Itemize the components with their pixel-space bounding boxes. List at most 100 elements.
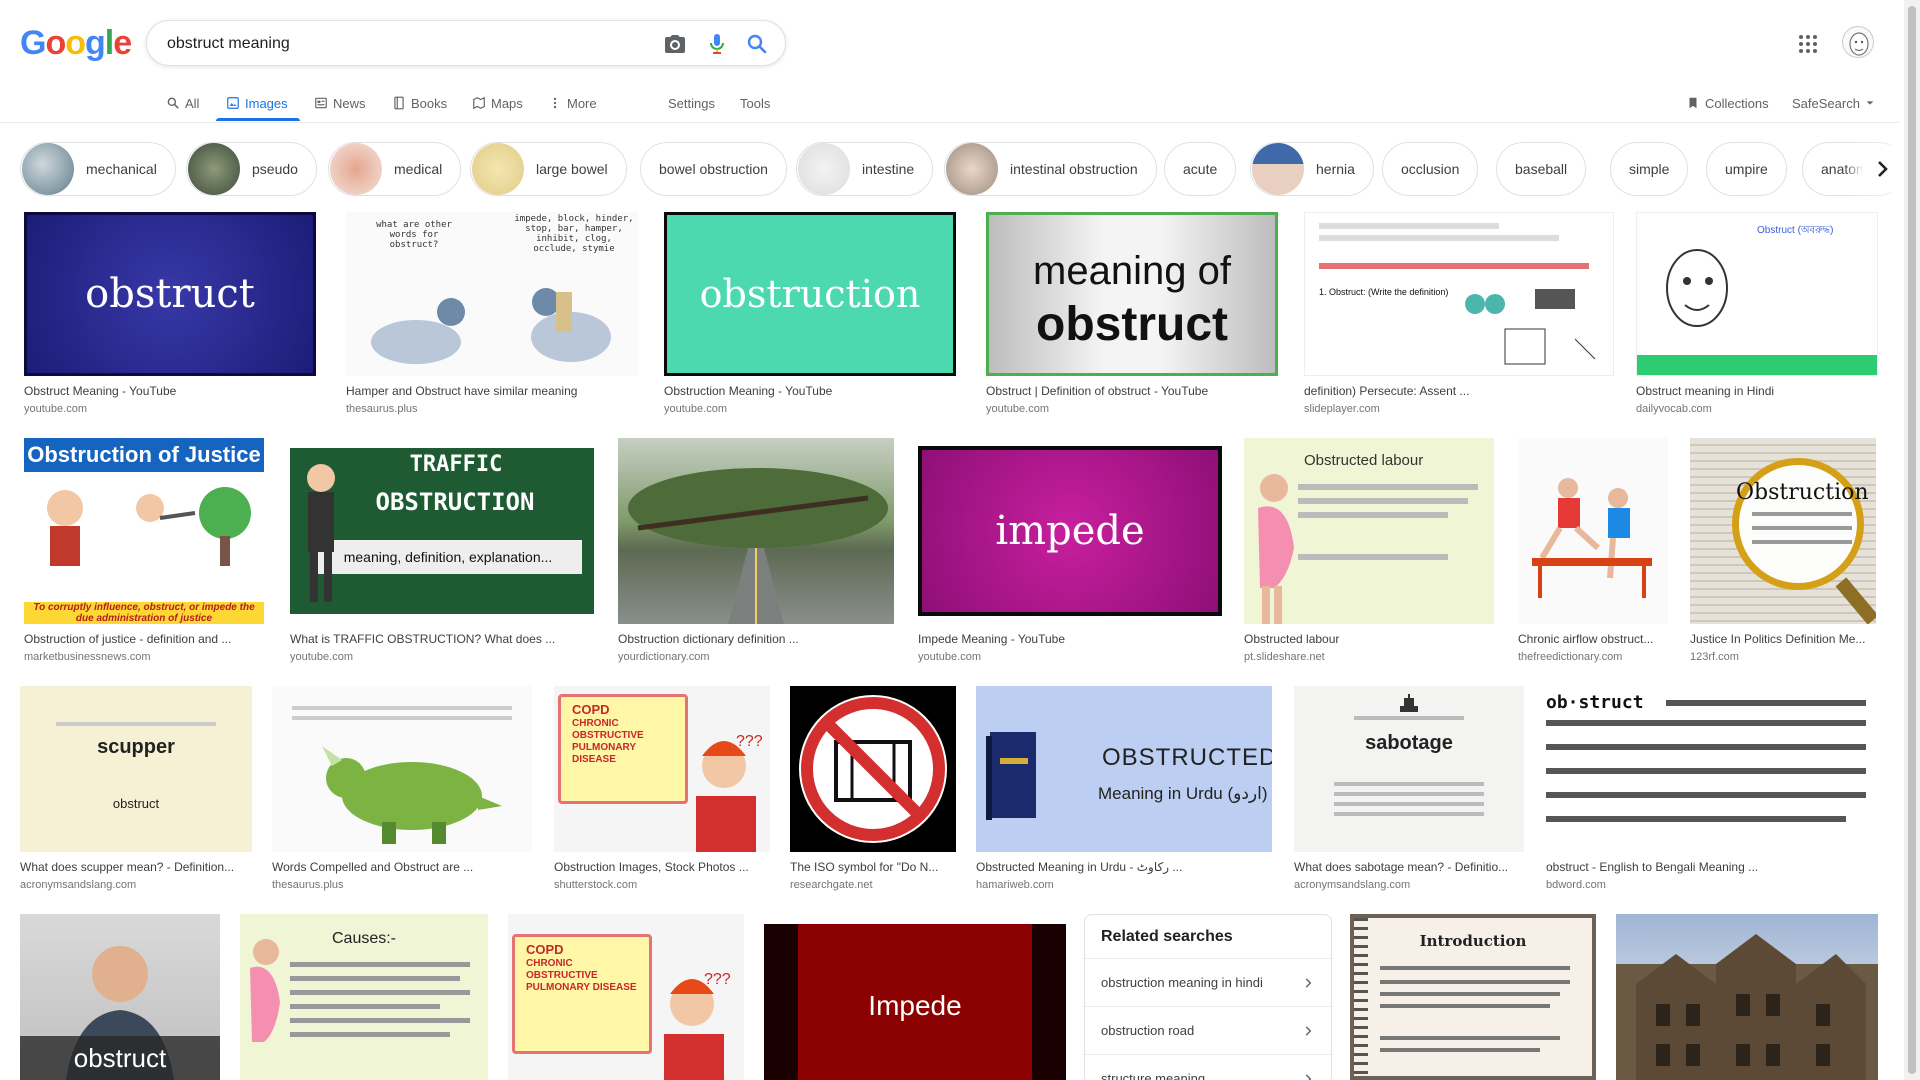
tab-label: Images [245,95,288,111]
result-thumbnail[interactable]: scupper obstruct [20,686,252,852]
collections-label: Collections [1705,95,1769,111]
result-thumbnail[interactable]: COPD CHRONIC OBSTRUCTIVE PULMONARY DISEA… [508,914,744,1080]
image-result[interactable]: The ISO symbol for "Do N... researchgate… [790,686,956,891]
search-input[interactable] [167,32,637,56]
image-result[interactable]: Causes:- [240,914,488,1080]
chip-intestinal-obstruction[interactable]: intestinal obstruction [944,142,1157,196]
image-result[interactable] [1616,914,1878,1080]
tab-more[interactable]: More [548,90,597,116]
image-result[interactable]: impede Impede Meaning - YouTube youtube.… [918,438,1222,663]
page-scrollbar[interactable] [1904,0,1920,1080]
image-result[interactable]: TRAFFIC OBSTRUCTION meaning, definition,… [290,438,594,663]
tab-all[interactable]: All [166,90,199,116]
thumbnail-text: Obstruct (অবরুদ্ধ) [1757,225,1834,236]
chip-large-bowel[interactable]: large bowel [470,142,627,196]
result-thumbnail[interactable]: sabotage [1294,686,1524,852]
result-thumbnail[interactable]: obstruct [20,914,220,1080]
image-result[interactable]: meaning of obstruct Obstruct | Definitio… [986,212,1278,415]
image-result[interactable]: ob·struct obstruct - English to Bengali … [1546,686,1876,891]
tools-link[interactable]: Tools [740,90,770,116]
result-thumbnail[interactable]: impede, block, hinder, stop, bar, hamper… [346,212,638,376]
image-result[interactable]: Chronic airflow obstruct... thefreedicti… [1518,438,1668,663]
related-search-item[interactable]: obstruction road [1085,1006,1331,1054]
image-result[interactable]: Introduction [1350,914,1596,1080]
result-thumbnail[interactable]: Obstruction of Justice To corruptly infl… [24,438,264,624]
thumbnail-text: OBSTRUCTED [1102,744,1272,771]
mic-icon[interactable] [705,32,729,56]
camera-icon[interactable] [663,32,687,56]
chip-hernia[interactable]: hernia [1250,142,1374,196]
result-thumbnail[interactable]: Obstruction [1690,438,1876,624]
chip-simple[interactable]: simple [1610,142,1689,196]
apps-grid-icon[interactable] [1796,32,1820,56]
result-thumbnail[interactable]: impede [918,438,1222,624]
chip-baseball[interactable]: baseball [1496,142,1587,196]
chips-scroll-next-button[interactable] [1862,146,1902,192]
settings-link[interactable]: Settings [668,90,715,116]
image-result[interactable]: COPD CHRONIC OBSTRUCTIVE PULMONARY DISEA… [508,914,744,1080]
image-result[interactable]: Obstruct (অবরুদ্ধ) Obstruct meaning in H… [1636,212,1878,415]
google-logo[interactable]: Google [20,24,132,63]
image-result[interactable]: 1. Obstruct: (Write the definition) defi… [1304,212,1614,415]
result-thumbnail[interactable]: obstruction [664,212,956,376]
result-thumbnail[interactable]: TRAFFIC OBSTRUCTION meaning, definition,… [290,438,594,624]
scrollbar-thumb[interactable] [1908,6,1916,1074]
image-result[interactable]: sabotage What does sabotage mean? - Defi… [1294,686,1524,891]
collections-link[interactable]: Collections [1686,90,1769,116]
tab-books[interactable]: Books [392,90,447,116]
image-result[interactable]: impede, block, hinder, stop, bar, hamper… [346,212,638,415]
result-thumbnail[interactable]: obstruct [24,212,316,376]
chip-occlusion[interactable]: occlusion [1382,142,1479,196]
avatar[interactable] [1842,26,1874,58]
image-result[interactable]: COPD CHRONIC OBSTRUCTIVE PULMONARY DISEA… [554,686,770,891]
result-thumbnail[interactable]: Causes:- [240,914,488,1080]
search-box[interactable] [146,20,786,66]
thumbnail-text: impede [995,508,1145,554]
thumbnail-text: Obstruction of Justice [24,438,264,472]
result-thumbnail[interactable]: COPD CHRONIC OBSTRUCTIVE PULMONARY DISEA… [554,686,770,852]
related-search-item[interactable]: structure meaning [1085,1054,1331,1080]
chip-pseudo[interactable]: pseudo [186,142,317,196]
image-result[interactable]: OBSTRUCTED Meaning in Urdu (اردو) Obstru… [976,686,1272,891]
chip-intestine[interactable]: intestine [796,142,934,196]
search-icon[interactable] [745,32,769,56]
chip-umpire[interactable]: umpire [1706,142,1787,196]
image-result[interactable]: Obstruction of Justice To corruptly infl… [24,438,264,663]
result-title: Obstruction of justice - definition and … [24,632,232,646]
result-thumbnail[interactable] [1616,914,1878,1080]
thumbnail-text: obstruct [112,796,160,811]
result-thumbnail[interactable]: ob·struct [1546,686,1876,852]
image-result[interactable]: Obstruction Justice In Politics Definiti… [1690,438,1876,663]
tab-images[interactable]: Images [226,90,288,116]
result-thumbnail[interactable] [790,686,956,852]
result-thumbnail[interactable] [1518,438,1668,624]
tab-maps[interactable]: Maps [472,90,523,116]
chip-mechanical[interactable]: mechanical [20,142,176,196]
result-thumbnail[interactable]: Impede [764,914,1066,1080]
thumbnail-text: sabotage [1365,732,1453,754]
safesearch-dropdown[interactable]: SafeSearch [1792,90,1875,116]
image-result[interactable]: Obstructed labour Obstructed labour pt.s… [1244,438,1494,663]
result-thumbnail[interactable]: OBSTRUCTED Meaning in Urdu (اردو) [976,686,1272,852]
image-result[interactable]: Words Compelled and Obstruct are ... the… [272,686,532,891]
chip-medical[interactable]: medical [328,142,462,196]
result-thumbnail[interactable]: Introduction [1350,914,1596,1080]
image-result[interactable]: obstruction Obstruction Meaning - YouTub… [664,212,956,415]
result-thumbnail[interactable] [618,438,894,624]
image-result[interactable]: Obstruction dictionary definition ... yo… [618,438,894,663]
chip-acute[interactable]: acute [1164,142,1237,196]
result-thumbnail[interactable]: Obstructed labour [1244,438,1494,624]
image-result[interactable]: Impede [764,914,1066,1080]
related-searches-card: Related searches obstruction meaning in … [1084,914,1332,1080]
image-result[interactable]: obstruct [20,914,220,1080]
result-thumbnail[interactable]: meaning of obstruct [986,212,1278,376]
image-result[interactable]: obstruct Obstruct Meaning - YouTube yout… [24,212,316,415]
image-result[interactable]: scupper obstruct What does scupper mean?… [20,686,252,891]
result-thumbnail[interactable]: 1. Obstruct: (Write the definition) [1304,212,1614,376]
result-thumbnail[interactable]: Obstruct (অবরুদ্ধ) [1636,212,1878,376]
tab-news[interactable]: News [314,90,366,116]
settings-label: Settings [668,95,715,111]
chip-bowel-obstruction[interactable]: bowel obstruction [640,142,787,196]
related-search-item[interactable]: obstruction meaning in hindi [1085,958,1331,1006]
result-thumbnail[interactable] [272,686,532,852]
